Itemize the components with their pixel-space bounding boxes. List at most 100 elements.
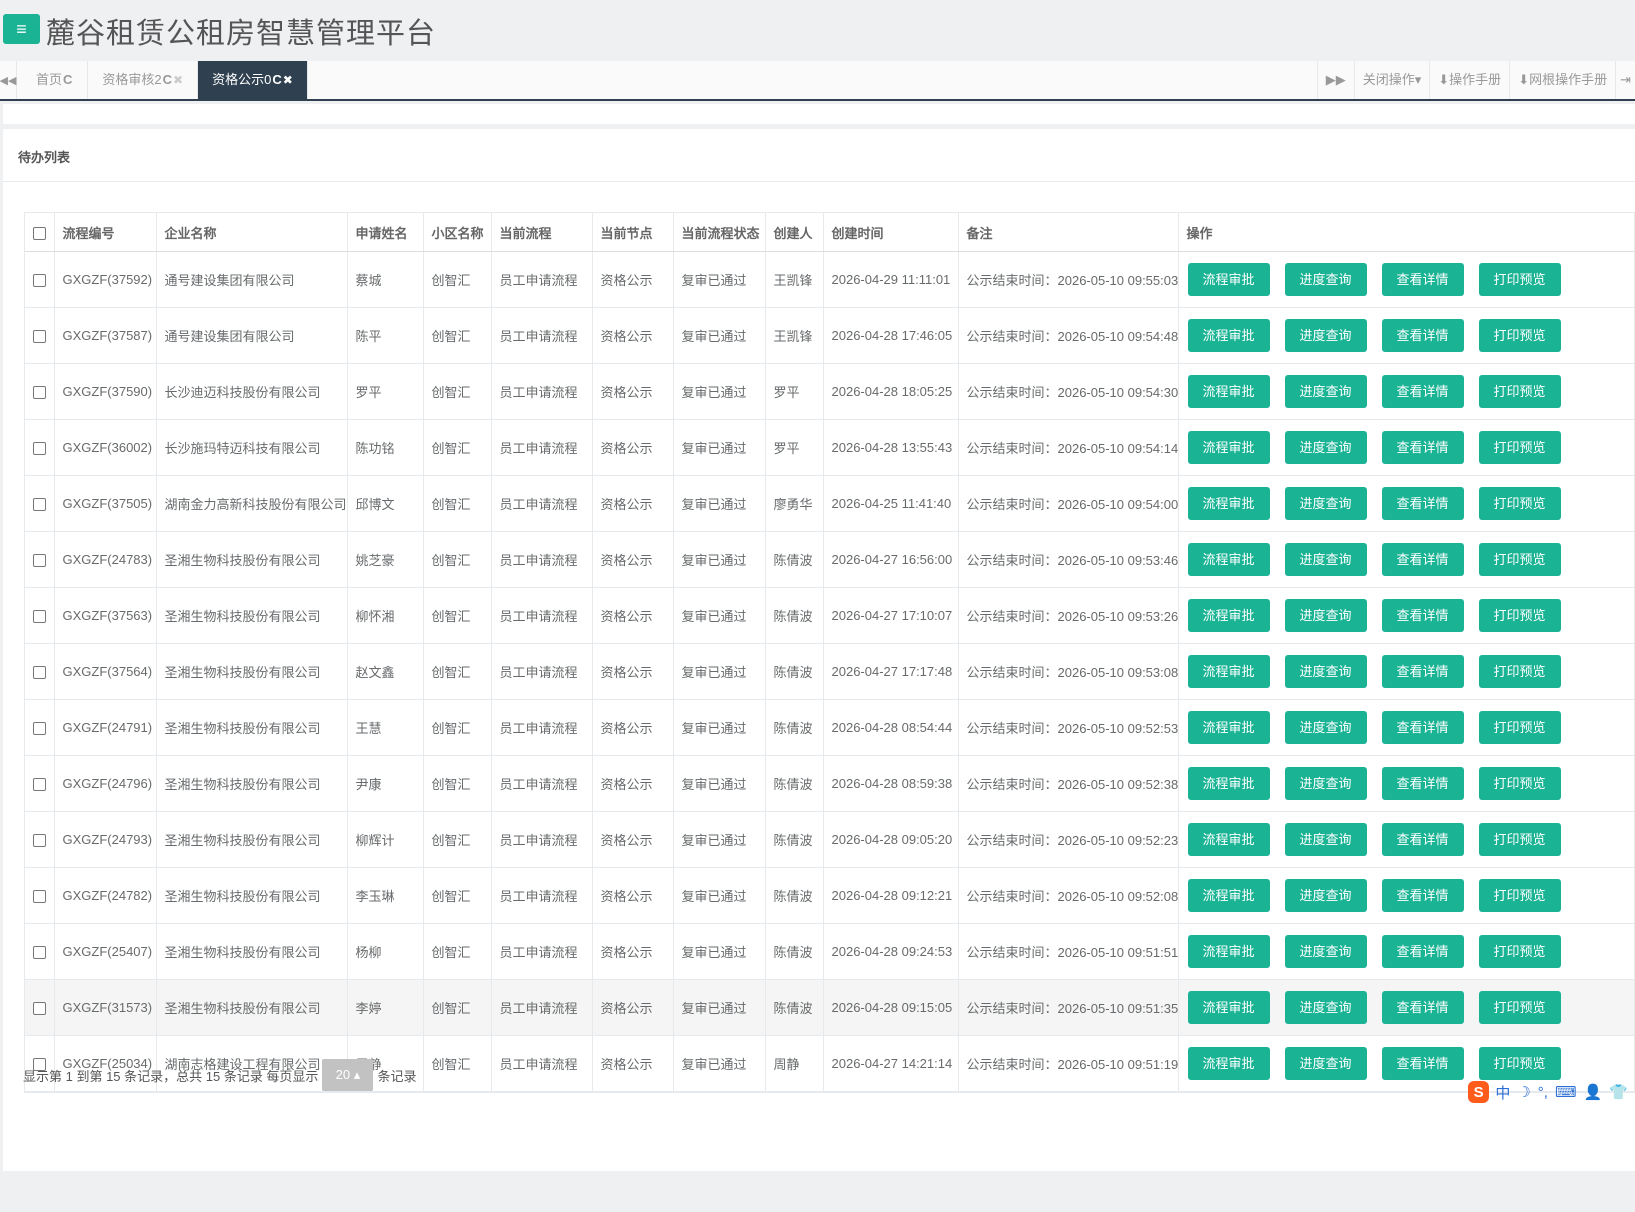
action-button[interactable]: 查看详情: [1381, 1047, 1464, 1080]
action-button[interactable]: 打印预览: [1478, 263, 1561, 296]
ime-mode-label[interactable]: 中: [1495, 1082, 1510, 1103]
tab-0[interactable]: 首页C: [22, 61, 89, 99]
action-button[interactable]: 查看详情: [1381, 711, 1464, 744]
action-button[interactable]: 进度查询: [1284, 711, 1367, 744]
table-row[interactable]: GXGZF(37592) 通号建设集团有限公司 蔡城 创智汇 员工申请流程 资格公示 复审已…: [25, 251, 1634, 308]
close-icon[interactable]: ✖: [173, 73, 183, 87]
column-header[interactable]: 备注: [958, 213, 1179, 252]
action-button[interactable]: 流程审批: [1187, 543, 1270, 576]
action-button[interactable]: 进度查询: [1284, 655, 1367, 688]
action-button[interactable]: 流程审批: [1187, 431, 1270, 464]
action-button[interactable]: 进度查询: [1284, 767, 1367, 800]
action-button[interactable]: 打印预览: [1478, 375, 1561, 408]
action-button[interactable]: 进度查询: [1284, 487, 1367, 520]
row-checkbox[interactable]: [33, 722, 46, 736]
action-button[interactable]: 查看详情: [1381, 375, 1464, 408]
row-checkbox[interactable]: [33, 1002, 46, 1016]
refresh-icon[interactable]: C: [163, 72, 172, 87]
table-row[interactable]: GXGZF(37505) 湖南金力高新科技股份有限公司 邱博文 创智汇 员工申请流程 资格…: [25, 475, 1634, 532]
table-row[interactable]: GXGZF(37590) 长沙迪迈科技股份有限公司 罗平 创智汇 员工申请流程 资格公示复…: [25, 363, 1634, 420]
action-button[interactable]: 流程审批: [1187, 599, 1270, 632]
tab-1[interactable]: 资格审核2C✖: [88, 61, 199, 99]
action-button[interactable]: 流程审批: [1187, 935, 1270, 968]
action-button[interactable]: 打印预览: [1478, 319, 1561, 352]
action-button[interactable]: 进度查询: [1284, 1047, 1367, 1080]
tab-scroll-right-button[interactable]: ▶▶: [1316, 61, 1354, 99]
action-button[interactable]: 查看详情: [1381, 823, 1464, 856]
action-button[interactable]: 打印预览: [1478, 599, 1561, 632]
page-size-select[interactable]: 20 ▴: [322, 1059, 374, 1091]
action-button[interactable]: 查看详情: [1381, 935, 1464, 968]
menu-toggle-button[interactable]: ≡: [3, 14, 40, 44]
action-button[interactable]: 进度查询: [1284, 879, 1367, 912]
action-button[interactable]: 进度查询: [1284, 375, 1367, 408]
row-checkbox[interactable]: [33, 610, 46, 624]
row-checkbox[interactable]: [33, 274, 46, 288]
user-icon[interactable]: 👤: [1584, 1083, 1603, 1101]
action-button[interactable]: 查看详情: [1381, 543, 1464, 576]
column-header[interactable]: 创建时间: [823, 213, 959, 252]
table-row[interactable]: GXGZF(36002) 长沙施玛特迈科技有限公司 陈功铭 创智汇 员工申请流程 资格公示…: [25, 419, 1634, 476]
action-button[interactable]: 流程审批: [1187, 375, 1270, 408]
action-button[interactable]: 进度查询: [1284, 543, 1367, 576]
action-button[interactable]: 打印预览: [1478, 543, 1561, 576]
action-button[interactable]: 打印预览: [1478, 655, 1561, 688]
action-button[interactable]: 流程审批: [1187, 487, 1270, 520]
action-button[interactable]: 流程审批: [1187, 263, 1270, 296]
column-header[interactable]: 企业名称: [156, 213, 348, 252]
column-header[interactable]: 当前流程状态: [673, 213, 766, 252]
action-button[interactable]: 流程审批: [1187, 1047, 1270, 1080]
action-button[interactable]: 查看详情: [1381, 599, 1464, 632]
action-button[interactable]: 流程审批: [1187, 711, 1270, 744]
skin-icon[interactable]: 👕: [1609, 1083, 1628, 1101]
column-header[interactable]: 当前流程: [491, 213, 593, 252]
action-button[interactable]: 进度查询: [1284, 431, 1367, 464]
action-button[interactable]: 查看详情: [1381, 879, 1464, 912]
action-button[interactable]: 进度查询: [1284, 319, 1367, 352]
action-button[interactable]: 流程审批: [1187, 879, 1270, 912]
row-checkbox[interactable]: [33, 946, 46, 960]
row-checkbox[interactable]: [33, 778, 46, 792]
row-checkbox[interactable]: [33, 386, 46, 400]
ime-toolbar[interactable]: S 中 ☽ °, ⌨ 👤 👕: [1468, 1078, 1635, 1106]
row-checkbox[interactable]: [33, 666, 46, 680]
close-icon[interactable]: ✖: [283, 73, 293, 87]
refresh-icon[interactable]: C: [272, 72, 281, 87]
table-row[interactable]: GXGZF(24796) 圣湘生物科技股份有限公司 尹康 创智汇 员工申请流程 资格公示复…: [25, 755, 1634, 812]
action-button[interactable]: 打印预览: [1478, 1047, 1561, 1080]
action-button[interactable]: 进度查询: [1284, 991, 1367, 1024]
refresh-icon[interactable]: C: [63, 72, 72, 87]
table-row[interactable]: GXGZF(24791) 圣湘生物科技股份有限公司 王慧 创智汇 员工申请流程 资格公示复…: [25, 699, 1634, 756]
action-button[interactable]: 进度查询: [1284, 263, 1367, 296]
tab-2[interactable]: 资格公示0C✖: [198, 61, 308, 99]
table-row[interactable]: GXGZF(24782) 圣湘生物科技股份有限公司 李玉琳 创智汇 员工申请流程 资格公示…: [25, 867, 1634, 924]
action-button[interactable]: 查看详情: [1381, 263, 1464, 296]
grid-manual-link[interactable]: ⬇网根操作手册: [1509, 61, 1615, 99]
action-button[interactable]: 打印预览: [1478, 711, 1561, 744]
select-all-checkbox[interactable]: [33, 226, 46, 240]
punctuation-icon[interactable]: °,: [1538, 1084, 1548, 1101]
moon-icon[interactable]: ☽: [1517, 1083, 1530, 1101]
column-header[interactable]: 创建人: [765, 213, 824, 252]
row-checkbox[interactable]: [33, 442, 46, 456]
action-button[interactable]: 进度查询: [1284, 935, 1367, 968]
action-button[interactable]: 打印预览: [1478, 767, 1561, 800]
action-button[interactable]: 查看详情: [1381, 487, 1464, 520]
action-button[interactable]: 打印预览: [1478, 823, 1561, 856]
table-row[interactable]: GXGZF(37587) 通号建设集团有限公司 陈平 创智汇 员工申请流程 资格公示 复审已…: [25, 307, 1634, 364]
action-button[interactable]: 流程审批: [1187, 823, 1270, 856]
action-button[interactable]: 查看详情: [1381, 655, 1464, 688]
row-checkbox[interactable]: [33, 330, 46, 344]
action-button[interactable]: 流程审批: [1187, 767, 1270, 800]
tab-scroll-left-button[interactable]: ◀◀: [0, 61, 17, 99]
table-row[interactable]: GXGZF(24783) 圣湘生物科技股份有限公司 姚芝豪 创智汇 员工申请流程 资格公示…: [25, 531, 1634, 588]
action-button[interactable]: 打印预览: [1478, 879, 1561, 912]
table-row[interactable]: GXGZF(31573) 圣湘生物科技股份有限公司 李婷 创智汇 员工申请流程 资格公示复…: [25, 979, 1634, 1036]
column-header[interactable]: 操作: [1178, 213, 1634, 252]
table-row[interactable]: GXGZF(24793) 圣湘生物科技股份有限公司 柳辉计 创智汇 员工申请流程 资格公示…: [25, 811, 1634, 868]
row-checkbox[interactable]: [33, 554, 46, 568]
action-button[interactable]: 查看详情: [1381, 767, 1464, 800]
action-button[interactable]: 查看详情: [1381, 319, 1464, 352]
row-checkbox[interactable]: [33, 834, 46, 848]
close-ops-menu[interactable]: 关闭操作▾: [1353, 61, 1430, 99]
